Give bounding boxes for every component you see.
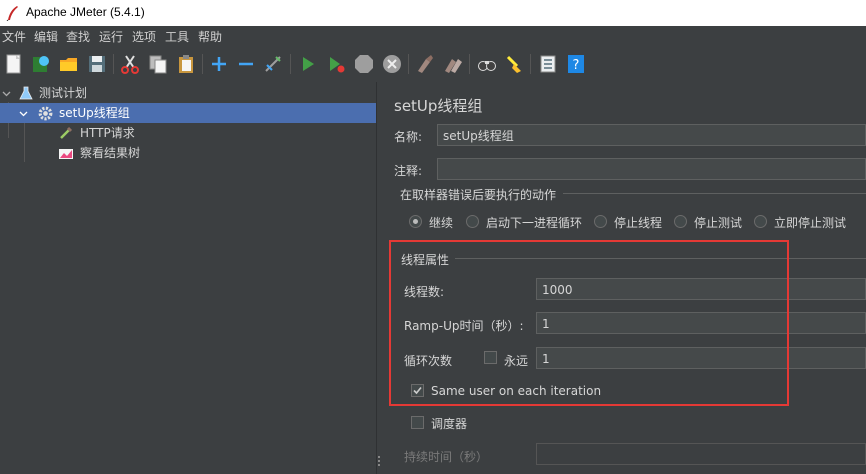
chevron-down-icon[interactable] — [19, 109, 28, 118]
menu-search[interactable]: 查找 — [66, 28, 90, 45]
tree-item-label: HTTP请求 — [80, 126, 135, 140]
new-icon[interactable] — [3, 53, 25, 75]
tree-item-setup-thread-group[interactable]: setUp线程组 — [0, 103, 376, 123]
scheduler-label: 调度器 — [431, 417, 468, 431]
paste-icon[interactable] — [175, 53, 197, 75]
expand-icon[interactable] — [208, 53, 230, 75]
radio-start-next-loop-label: 启动下一进程循环 — [486, 216, 583, 230]
radio-stop-test-now[interactable] — [754, 215, 767, 228]
function-helper-icon[interactable] — [537, 53, 559, 75]
start-icon[interactable] — [297, 53, 319, 75]
pipette-icon — [60, 126, 73, 139]
group-border — [563, 193, 866, 194]
svg-text:?: ? — [573, 58, 580, 73]
radio-continue-label: 继续 — [429, 216, 454, 230]
error-action-group-title: 在取样器错误后要执行的动作 — [400, 188, 557, 202]
copy-icon[interactable] — [147, 53, 169, 75]
menu-run[interactable]: 运行 — [99, 28, 123, 45]
toolbar-separator — [469, 54, 470, 74]
menu-help[interactable]: 帮助 — [198, 28, 222, 45]
toggle-icon[interactable] — [262, 53, 284, 75]
duration-input[interactable] — [536, 443, 866, 465]
comment-label: 注释: — [394, 164, 423, 178]
tree-item-http-request[interactable]: HTTP请求 — [0, 123, 376, 143]
duration-label: 持续时间（秒） — [404, 450, 489, 464]
tree-item-label: setUp线程组 — [59, 106, 130, 120]
radio-start-next-loop[interactable] — [466, 215, 479, 228]
splitter-grip[interactable] — [378, 456, 380, 458]
chevron-down-icon[interactable] — [2, 89, 11, 98]
test-plan-tree: 测试计划 setUp线程组 HTTP请求 察看结果树 — [0, 82, 376, 474]
search-icon[interactable] — [476, 53, 498, 75]
gear-icon — [38, 106, 53, 121]
shutdown-icon[interactable] — [381, 53, 403, 75]
tree-item-label: 测试计划 — [39, 86, 88, 100]
reset-search-icon[interactable] — [503, 53, 525, 75]
menu-options[interactable]: 选项 — [132, 28, 156, 45]
panel-title: setUp线程组 — [394, 97, 483, 115]
toolbar-separator — [290, 54, 291, 74]
menu-tools[interactable]: 工具 — [165, 28, 189, 45]
cut-icon[interactable] — [119, 53, 141, 75]
window-title: Apache JMeter (5.4.1) — [26, 5, 145, 19]
radio-stop-thread[interactable] — [594, 215, 607, 228]
toolbar-separator — [202, 54, 203, 74]
menu-bar: 文件 编辑 查找 运行 选项 工具 帮助 — [0, 26, 866, 46]
tree-item-test-plan[interactable]: 测试计划 — [0, 83, 376, 103]
toolbar-separator — [113, 54, 114, 74]
highlight-annotation-box — [389, 240, 789, 406]
chart-icon — [59, 149, 73, 159]
comment-input[interactable] — [437, 158, 866, 180]
radio-stop-thread-label: 停止线程 — [614, 216, 663, 230]
test-plan-icon — [19, 86, 33, 100]
templates-icon[interactable] — [30, 53, 52, 75]
radio-stop-test[interactable] — [674, 215, 687, 228]
menu-edit[interactable]: 编辑 — [34, 28, 58, 45]
name-label: 名称: — [394, 130, 423, 144]
radio-stop-test-now-label: 立即停止测试 — [774, 216, 847, 230]
menu-file[interactable]: 文件 — [2, 28, 26, 45]
clear-icon[interactable] — [414, 53, 436, 75]
start-no-pause-icon[interactable] — [325, 53, 347, 75]
toolbar-separator — [408, 54, 409, 74]
help-icon[interactable]: ? — [565, 53, 587, 75]
toolbar-separator — [530, 54, 531, 74]
tree-item-view-results-tree[interactable]: 察看结果树 — [0, 143, 376, 163]
clear-all-icon[interactable] — [442, 53, 464, 75]
radio-stop-test-label: 停止测试 — [694, 216, 743, 230]
collapse-icon[interactable] — [235, 53, 257, 75]
jmeter-feather-icon — [6, 6, 18, 21]
scheduler-checkbox[interactable] — [411, 416, 424, 429]
title-bar: Apache JMeter (5.4.1) — [0, 0, 866, 26]
split-pane-divider[interactable] — [376, 82, 383, 474]
name-input[interactable]: setUp线程组 — [437, 124, 866, 146]
stop-icon[interactable] — [353, 53, 375, 75]
open-icon[interactable] — [58, 53, 80, 75]
tree-item-label: 察看结果树 — [80, 146, 141, 160]
toolbar: ? — [0, 46, 866, 82]
save-icon[interactable] — [86, 53, 108, 75]
radio-continue[interactable] — [409, 215, 422, 228]
